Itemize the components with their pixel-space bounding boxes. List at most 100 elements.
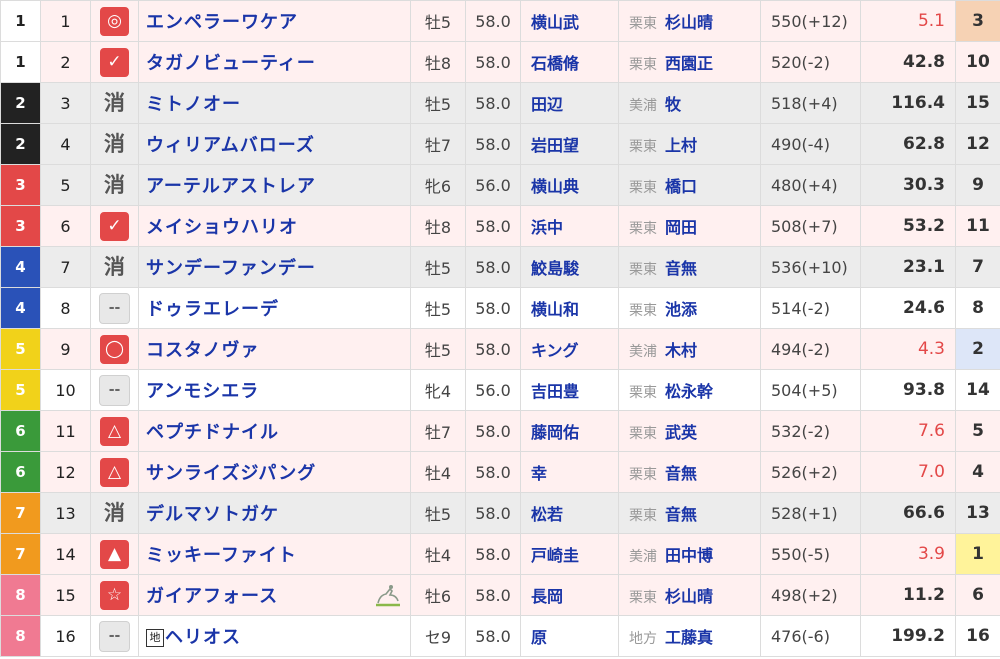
prediction-mark-cell[interactable]: ✓ bbox=[90, 41, 139, 83]
trainer-name-link[interactable]: 杉山晴 bbox=[665, 13, 713, 32]
prediction-mark-cell[interactable]: -- bbox=[90, 287, 139, 329]
table-row[interactable]: 8 16 -- 地ヘリオス セ9 58.0 原地方 工藤真 476(-6) 199.2 16 bbox=[0, 615, 1000, 657]
double-circle-mark-icon[interactable]: ◎ bbox=[100, 6, 129, 36]
horse-name-cell[interactable]: サンライズジパング bbox=[138, 451, 411, 493]
horse-name-link[interactable]: ドゥラエレーデ bbox=[146, 299, 279, 320]
prediction-mark-cell[interactable]: 消 bbox=[90, 82, 139, 124]
horse-name-link[interactable]: ヘリオス bbox=[165, 627, 241, 648]
triangle-filled-mark-icon[interactable]: ▲ bbox=[100, 539, 129, 569]
horse-name-cell[interactable]: ドゥラエレーデ bbox=[138, 287, 411, 329]
trainer-name-link[interactable]: 工藤真 bbox=[665, 628, 713, 647]
table-row[interactable]: 2 4 消ウィリアムバローズ 牡7 58.0 岩田望 栗東 上村 490(-4) 62.8 12 bbox=[0, 123, 1000, 165]
no-mark-icon[interactable]: -- bbox=[99, 292, 130, 324]
erase-mark-icon[interactable]: 消 bbox=[100, 253, 129, 282]
trainer-name-link[interactable]: 武英 bbox=[665, 423, 697, 442]
table-row[interactable]: 5 9 ◯ コスタノヴァ 牡5 58.0 キング 美浦 木村 494(-2) 4.3 2 bbox=[0, 328, 1000, 370]
horse-name-link[interactable]: ミトノオー bbox=[146, 94, 241, 115]
horse-name-cell[interactable]: 地ヘリオス bbox=[138, 615, 411, 657]
table-row[interactable]: 3 5 消アーテルアストレア 牝6 56.0 横山典 栗東 橋口 480(+4) 30.3 9 bbox=[0, 164, 1000, 206]
trainer-name-link[interactable]: 西園正 bbox=[665, 54, 713, 73]
jockey-name-link[interactable]: 松若 bbox=[520, 492, 619, 534]
prediction-mark-cell[interactable]: △ bbox=[90, 410, 139, 452]
horse-name-cell[interactable]: ミトノオー bbox=[138, 82, 411, 124]
table-row[interactable]: 6 11 △ ペプチドナイル 牡7 58.0 藤岡佑 栗東 武英 532(-2) 7.6 5 bbox=[0, 410, 1000, 452]
horse-name-link[interactable]: タガノビューティー bbox=[146, 53, 316, 74]
prediction-mark-cell[interactable]: △ bbox=[90, 451, 139, 493]
horse-name-cell[interactable]: エンペラーワケア bbox=[138, 0, 411, 42]
horse-name-cell[interactable]: アンモシエラ bbox=[138, 369, 411, 411]
jockey-name-link[interactable]: 吉田豊 bbox=[520, 369, 619, 411]
trainer-name-link[interactable]: 上村 bbox=[665, 136, 697, 155]
erase-mark-icon[interactable]: 消 bbox=[100, 130, 129, 159]
horse-name-link[interactable]: サンデーファンデー bbox=[146, 258, 316, 279]
triangle-outline-mark-icon[interactable]: △ bbox=[100, 416, 129, 446]
horse-name-link[interactable]: デルマソトガケ bbox=[146, 504, 279, 525]
horse-name-cell[interactable]: デルマソトガケ bbox=[138, 492, 411, 534]
trainer-name-link[interactable]: 牧 bbox=[665, 95, 681, 114]
jockey-name-link[interactable]: 浜中 bbox=[520, 205, 619, 247]
table-row[interactable]: 1 1 ◎ エンペラーワケア 牡5 58.0 横山武 栗東 杉山晴 550(+12) 5.1 3 bbox=[0, 0, 1000, 42]
erase-mark-icon[interactable]: 消 bbox=[100, 89, 129, 118]
trainer-name-link[interactable]: 松永幹 bbox=[665, 382, 713, 401]
horse-name-cell[interactable]: アーテルアストレア bbox=[138, 164, 411, 206]
erase-mark-icon[interactable]: 消 bbox=[100, 499, 129, 528]
horse-name-cell[interactable]: サンデーファンデー bbox=[138, 246, 411, 288]
horse-name-link[interactable]: アーテルアストレア bbox=[146, 176, 316, 197]
table-row[interactable]: 4 8 -- ドゥラエレーデ 牡5 58.0 横山和 栗東 池添 514(-2) 24.6 8 bbox=[0, 287, 1000, 329]
trainer-name-link[interactable]: 音無 bbox=[665, 259, 697, 278]
prediction-mark-cell[interactable]: -- bbox=[90, 615, 139, 657]
check-mark-icon[interactable]: ✓ bbox=[100, 47, 129, 77]
jockey-name-link[interactable]: 田辺 bbox=[520, 82, 619, 124]
prediction-mark-cell[interactable]: ◎ bbox=[90, 0, 139, 42]
trainer-name-link[interactable]: 木村 bbox=[665, 341, 697, 360]
prediction-mark-cell[interactable]: 消 bbox=[90, 246, 139, 288]
jockey-name-link[interactable]: 藤岡佑 bbox=[520, 410, 619, 452]
horse-name-link[interactable]: サンライズジパング bbox=[146, 463, 316, 484]
jockey-name-link[interactable]: 戸崎圭 bbox=[520, 533, 619, 575]
table-row[interactable]: 7 14 ▲ ミッキーファイト 牡4 58.0 戸崎圭 美浦 田中博 550(-5) 3.9 1 bbox=[0, 533, 1000, 575]
horse-name-cell[interactable]: ウィリアムバローズ bbox=[138, 123, 411, 165]
horse-name-link[interactable]: アンモシエラ bbox=[146, 381, 259, 402]
trainer-name-link[interactable]: 岡田 bbox=[665, 218, 697, 237]
jockey-name-link[interactable]: 原 bbox=[520, 615, 619, 657]
trainer-name-link[interactable]: 池添 bbox=[665, 300, 697, 319]
horse-name-link[interactable]: メイショウハリオ bbox=[146, 217, 298, 238]
horse-name-link[interactable]: ペプチドナイル bbox=[146, 422, 279, 443]
triangle-outline-mark-icon[interactable]: △ bbox=[100, 457, 129, 487]
trainer-name-link[interactable]: 田中博 bbox=[665, 546, 713, 565]
prediction-mark-cell[interactable]: ▲ bbox=[90, 533, 139, 575]
jockey-name-link[interactable]: 幸 bbox=[520, 451, 619, 493]
jockey-name-link[interactable]: 鮫島駿 bbox=[520, 246, 619, 288]
jockey-name-link[interactable]: 石橋脩 bbox=[520, 41, 619, 83]
horse-name-cell[interactable]: ガイアフォース bbox=[138, 574, 411, 616]
prediction-mark-cell[interactable]: 消 bbox=[90, 492, 139, 534]
jockey-name-link[interactable]: 横山和 bbox=[520, 287, 619, 329]
jockey-name-link[interactable]: 長岡 bbox=[520, 574, 619, 616]
star-mark-icon[interactable]: ☆ bbox=[100, 580, 129, 610]
prediction-mark-cell[interactable]: -- bbox=[90, 369, 139, 411]
trainer-name-link[interactable]: 橋口 bbox=[665, 177, 697, 196]
prediction-mark-cell[interactable]: ☆ bbox=[90, 574, 139, 616]
jockey-name-link[interactable]: 横山武 bbox=[520, 0, 619, 42]
horse-name-link[interactable]: ミッキーファイト bbox=[146, 545, 297, 566]
check-mark-icon[interactable]: ✓ bbox=[100, 211, 129, 241]
prediction-mark-cell[interactable]: ✓ bbox=[90, 205, 139, 247]
no-mark-icon[interactable]: -- bbox=[99, 620, 130, 652]
trainer-name-link[interactable]: 杉山晴 bbox=[665, 587, 713, 606]
erase-mark-icon[interactable]: 消 bbox=[100, 171, 129, 200]
horse-name-link[interactable]: ガイアフォース bbox=[146, 586, 278, 607]
table-row[interactable]: 8 15 ☆ ガイアフォース 牡6 58.0 長岡 栗東 杉山晴 498(+2) 11.2 6 bbox=[0, 574, 1000, 616]
jockey-name-link[interactable]: 横山典 bbox=[520, 164, 619, 206]
table-row[interactable]: 2 3 消ミトノオー 牡5 58.0 田辺 美浦牧 518(+4) 116.4 15 bbox=[0, 82, 1000, 124]
horse-name-cell[interactable]: ミッキーファイト bbox=[138, 533, 411, 575]
table-row[interactable]: 1 2 ✓ タガノビューティー 牡8 58.0 石橋脩 栗東 西園正 520(-2) 42.8 10 bbox=[0, 41, 1000, 83]
horse-name-cell[interactable]: メイショウハリオ bbox=[138, 205, 411, 247]
horse-name-link[interactable]: ウィリアムバローズ bbox=[146, 135, 315, 156]
no-mark-icon[interactable]: -- bbox=[99, 374, 130, 406]
prediction-mark-cell[interactable]: ◯ bbox=[90, 328, 139, 370]
trainer-name-link[interactable]: 音無 bbox=[665, 464, 697, 483]
table-row[interactable]: 3 6 ✓ メイショウハリオ 牡8 58.0 浜中 栗東 岡田 508(+7) 53.2 11 bbox=[0, 205, 1000, 247]
circle-mark-icon[interactable]: ◯ bbox=[100, 334, 129, 364]
prediction-mark-cell[interactable]: 消 bbox=[90, 123, 139, 165]
horse-name-cell[interactable]: ペプチドナイル bbox=[138, 410, 411, 452]
